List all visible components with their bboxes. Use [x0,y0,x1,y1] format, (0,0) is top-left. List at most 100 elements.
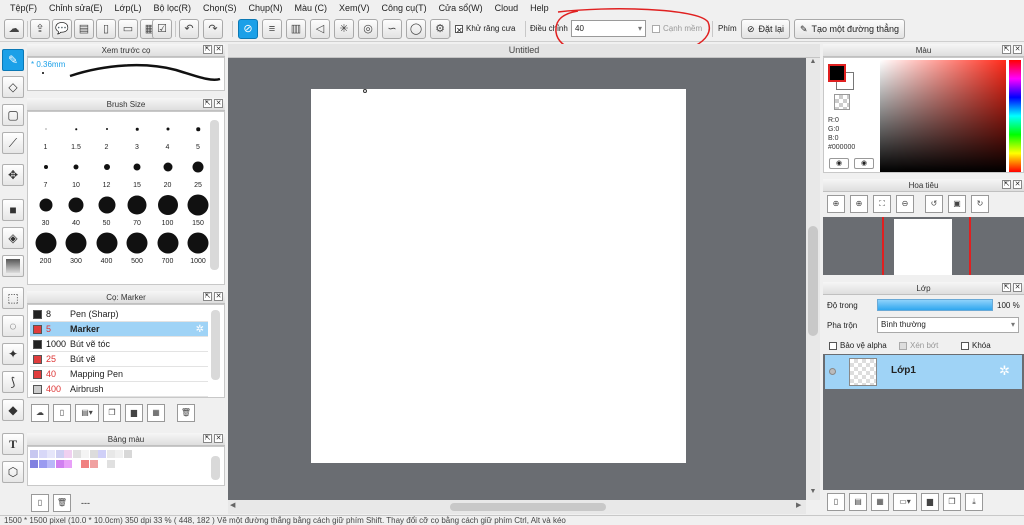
palette-swatch[interactable] [106,460,115,468]
brush-list-item[interactable]: 40 Mapping Pen [30,367,208,382]
vertical-scrollbar[interactable]: ▲ ▼ [806,58,820,500]
palette-swatch[interactable] [89,450,98,458]
zoom-in-icon[interactable]: ⊕ [850,195,868,213]
select-rect-tool-icon[interactable]: ⬚ [2,287,24,309]
menu-item-2[interactable]: Lớp(L) [109,0,148,17]
clipping-toggle[interactable]: Xén bớt [899,341,938,350]
fit-window-icon[interactable]: ⛶ [873,195,891,213]
palette-swatch[interactable] [89,460,98,468]
brush-type-icon[interactable]: ▤▾ [75,404,99,422]
drawing-canvas[interactable] [311,89,686,463]
gradient-tool-icon[interactable] [2,255,24,277]
menu-item-9[interactable]: Cửa sổ(W) [433,0,489,17]
checklist-icon[interactable]: ☑ [152,19,172,39]
brush-size-cell[interactable]: 100 [152,191,183,227]
select-eraser-tool-icon[interactable]: ◆ [2,399,24,421]
new-raster-layer-icon[interactable]: ▤ [849,493,867,511]
horizontal-scroll-thumb[interactable] [450,503,606,511]
brush-list-item[interactable]: 25 Bút vẽ [30,352,208,367]
straight-line-button[interactable]: ✎ Tạo một đường thẳng [794,19,906,39]
color-palette[interactable] [27,446,225,486]
foreground-color[interactable] [828,64,846,82]
brush-cloud-icon[interactable]: ☁ [31,404,49,422]
brush-list-item[interactable]: 8 Pen (Sharp) [30,307,208,322]
palette-swatch[interactable] [72,460,81,468]
lasso-tool-icon[interactable]: ◌ [2,315,24,337]
brush-size-cell[interactable]: 3 [122,115,153,151]
merge-layer-icon[interactable]: ⤓ [965,493,983,511]
brush-size-cell[interactable]: 2 [91,115,122,151]
curve-ruler-icon[interactable]: ∽ [382,19,402,39]
menu-item-3[interactable]: Bộ lọc(R) [147,0,197,17]
folder-icon[interactable]: ▆ [125,404,143,422]
menu-item-8[interactable]: Công cụ(T) [376,0,433,17]
panel-close-icon[interactable]: ✕ [214,292,223,301]
new-palette-icon[interactable]: ▯ [31,494,49,512]
brush-size-cell[interactable]: 300 [61,229,92,265]
rotate-left-icon[interactable]: ↺ [925,195,943,213]
move-tool-icon[interactable]: ✥ [2,164,24,186]
palette-swatch[interactable] [72,450,81,458]
antialias-toggle[interactable]: ✕ Khử răng cưa [455,24,515,35]
opacity-slider[interactable] [877,299,993,311]
comment-icon[interactable]: ▤ [74,19,94,39]
palette-swatch[interactable] [115,460,123,468]
palette-swatch[interactable] [123,460,132,468]
brush-size-cell[interactable]: 700 [152,229,183,265]
rotate-right-icon[interactable]: ↻ [971,195,989,213]
panel-close-icon[interactable]: ✕ [1013,45,1022,54]
palette-swatch[interactable] [81,460,89,468]
scroll-up-icon[interactable]: ▲ [806,58,820,68]
palette-swatch[interactable] [64,450,72,458]
panel-float-icon[interactable]: ⇱ [203,99,212,108]
palette-scrollbar[interactable] [211,456,220,480]
redo-icon[interactable]: ↷ [203,19,223,39]
antialias-checkbox[interactable]: ✕ [455,24,463,35]
brush-size-cell[interactable]: 10 [61,153,92,189]
brush-size-cell[interactable]: 70 [122,191,153,227]
panel-close-icon[interactable]: ✕ [214,99,223,108]
bucket-tool-icon[interactable]: ◈ [2,227,24,249]
brush-size-cell[interactable]: 50 [91,191,122,227]
panel-close-icon[interactable]: ✕ [214,45,223,54]
file-icon[interactable]: ▭ [118,19,138,39]
palette-swatch[interactable] [115,450,123,458]
navigator-view[interactable] [823,217,1024,275]
brush-size-cell[interactable]: 12 [91,153,122,189]
panel-float-icon[interactable]: ⇱ [203,434,212,443]
brush-size-cell[interactable]: 500 [122,229,153,265]
menu-item-10[interactable]: Cloud [489,0,525,17]
reset-button[interactable]: ⊘ Đặt lại [741,19,791,39]
scroll-left-icon[interactable]: ◀ [230,501,235,509]
menu-item-4[interactable]: Chọn(S) [197,0,243,17]
eraser-tool-icon[interactable]: ◇ [2,76,24,98]
radial-ruler-icon[interactable]: ✳ [334,19,354,39]
zoom-fit-icon[interactable]: ⊕ [827,195,845,213]
clipping-checkbox[interactable] [899,341,907,350]
layer-folder-icon[interactable]: ▆ [921,493,939,511]
ellipse-ruler-icon[interactable]: ◯ [406,19,426,39]
palette-swatch[interactable] [81,450,89,458]
palette-swatch[interactable] [38,450,47,458]
undo-icon[interactable]: ↶ [179,19,199,39]
visibility-icon[interactable] [829,368,836,375]
layer-settings-icon[interactable]: ✲ [999,363,1010,379]
layer-row[interactable]: Lớp1 ✲ [825,355,1022,389]
brush-size-cell[interactable]: 1.5 [61,115,92,151]
menu-item-7[interactable]: Xem(V) [333,0,376,17]
brush-settings-gear-icon[interactable]: ✲ [196,322,204,337]
brush-size-cell[interactable]: 7 [30,153,61,189]
vertical-scroll-thumb[interactable] [808,226,818,336]
palette-swatch[interactable] [98,460,106,468]
horizontal-scrollbar[interactable]: ◀ ▶ [228,500,806,514]
brush-size-cell[interactable]: 20 [152,153,183,189]
brush-tool-icon[interactable]: ✎ [2,49,24,71]
cloud-icon[interactable]: ☁ [4,19,24,39]
transparent-color[interactable] [834,94,850,110]
duplicate-layer-icon[interactable]: ❐ [943,493,961,511]
hue-slider[interactable] [1009,60,1021,172]
palette-swatch[interactable] [55,460,64,468]
protect-alpha-checkbox[interactable] [829,341,837,350]
blend-mode-select[interactable]: Bình thường ▾ [877,317,1019,333]
palette-swatch[interactable] [55,450,64,458]
